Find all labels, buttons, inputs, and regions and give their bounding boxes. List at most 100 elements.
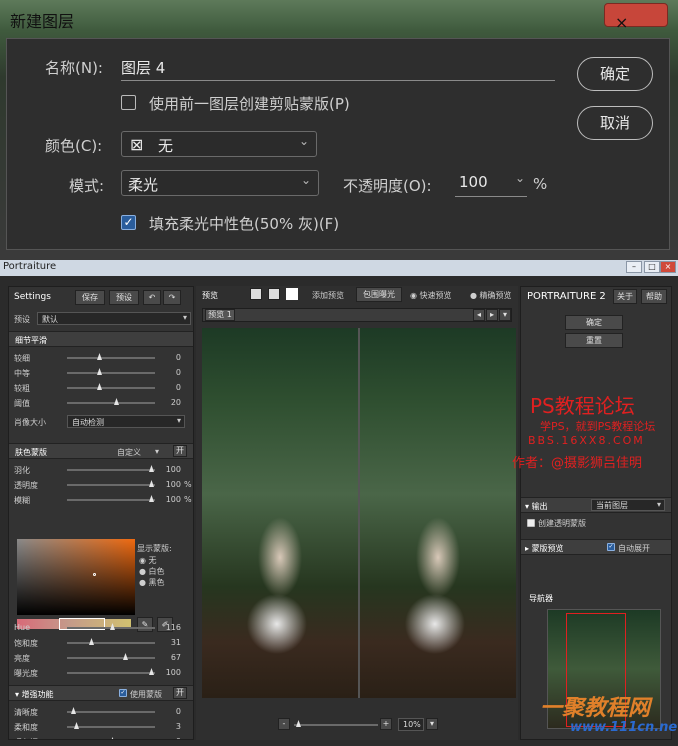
eyedropper-button[interactable]: ✎ bbox=[137, 617, 153, 632]
zoom-in-button[interactable]: + bbox=[380, 718, 392, 730]
brand-title: PORTRAITURE 2 bbox=[527, 291, 606, 302]
slider-label: 阈值 bbox=[14, 399, 30, 408]
redo-button[interactable]: ↷ bbox=[163, 290, 181, 305]
slider-value: 116 bbox=[165, 623, 181, 632]
slider-unit: % bbox=[184, 495, 192, 504]
use-mask-checkbox[interactable]: ✓ bbox=[119, 689, 127, 697]
slider-track[interactable] bbox=[67, 726, 155, 728]
reset-button[interactable]: 重置 bbox=[565, 333, 623, 348]
preview-image-before[interactable] bbox=[202, 328, 358, 698]
skin-toggle[interactable]: 开 bbox=[173, 445, 187, 457]
tab-prev-button[interactable]: ◂ bbox=[473, 309, 485, 321]
skin-section-header[interactable]: 肤色蒙版 自定义 ▾ 开 bbox=[9, 443, 193, 459]
skin-section-title: 肤色蒙版 bbox=[15, 448, 47, 457]
opacity-unit: % bbox=[533, 175, 548, 193]
split-vertical-button[interactable] bbox=[286, 288, 298, 300]
slider-track[interactable] bbox=[67, 672, 155, 674]
skin-custom-select[interactable]: 自定义 bbox=[117, 447, 141, 458]
minimize-button[interactable]: – bbox=[626, 261, 642, 273]
detail-section-header[interactable]: 细节平滑 bbox=[9, 331, 193, 347]
zoom-out-button[interactable]: - bbox=[278, 718, 290, 730]
auto-expand-checkbox[interactable]: ✓ bbox=[607, 543, 615, 551]
slider-track[interactable] bbox=[67, 642, 155, 644]
portraiture-titlebar: Portraiture – □ × bbox=[0, 260, 678, 276]
zoom-menu-button[interactable]: ▾ bbox=[426, 718, 438, 730]
preview-image-after[interactable] bbox=[360, 328, 516, 698]
slider-track[interactable] bbox=[67, 372, 155, 374]
mode-select[interactable]: 柔光 ⌄ bbox=[121, 170, 319, 196]
mask-option-radio[interactable]: ◉ 无 bbox=[139, 555, 157, 566]
create-transparent-checkbox[interactable] bbox=[527, 519, 535, 527]
mode-value: 柔光 bbox=[128, 176, 159, 194]
fill-neutral-label: 填充柔光中性色(50% 灰)(F) bbox=[149, 215, 340, 233]
check-icon: ✓ bbox=[123, 215, 134, 229]
color-select[interactable]: ⊠ 无 ⌄ bbox=[121, 131, 317, 157]
tab-menu-button[interactable]: ▾ bbox=[499, 309, 511, 321]
ok-button-portraiture[interactable]: 确定 bbox=[565, 315, 623, 330]
slider-track[interactable] bbox=[67, 657, 155, 659]
slider-track[interactable] bbox=[67, 357, 155, 359]
preset-label: 预设 bbox=[14, 315, 30, 324]
color-picker[interactable] bbox=[17, 539, 135, 615]
slider-track[interactable] bbox=[67, 484, 155, 486]
slider-knob[interactable] bbox=[110, 737, 115, 739]
slider-value: 0 bbox=[175, 368, 181, 377]
exposure-bracket-button[interactable]: 包围曝光 bbox=[356, 287, 402, 302]
maximize-button[interactable]: □ bbox=[644, 261, 660, 273]
slider-label: 清晰度 bbox=[14, 708, 38, 717]
fill-neutral-checkbox[interactable]: ✓ bbox=[121, 215, 136, 230]
slider-value: 100 bbox=[165, 495, 181, 504]
clip-mask-checkbox[interactable] bbox=[121, 95, 136, 110]
add-preview-button[interactable]: 添加预览 bbox=[312, 290, 344, 301]
slider-track[interactable] bbox=[67, 402, 155, 404]
cancel-button[interactable]: 取消 bbox=[577, 106, 653, 140]
preset-select[interactable]: 默认 ▾ bbox=[37, 312, 191, 325]
mask-option-radio[interactable]: ● 白色 bbox=[139, 566, 165, 577]
close-button[interactable]: × bbox=[604, 3, 668, 32]
name-label: 名称(N): bbox=[45, 59, 103, 77]
mask-option-radio[interactable]: ● 黑色 bbox=[139, 577, 165, 588]
split-horizontal-button[interactable] bbox=[268, 288, 280, 300]
save-button[interactable]: 保存 bbox=[75, 290, 105, 305]
zoom-select[interactable]: 10% bbox=[398, 718, 424, 731]
slider-track[interactable] bbox=[67, 499, 155, 501]
undo-button[interactable]: ↶ bbox=[143, 290, 161, 305]
slider-unit: % bbox=[184, 480, 192, 489]
enhance-section-header[interactable]: ▾ 增强功能 ✓ 使用蒙版 开 bbox=[9, 685, 193, 701]
slider-label: 模糊 bbox=[14, 496, 30, 505]
opacity-value: 100 bbox=[459, 173, 488, 191]
ok-button[interactable]: 确定 bbox=[577, 57, 653, 91]
preset-button[interactable]: 预设 bbox=[109, 290, 139, 305]
output-section-title: ▾ 输出 bbox=[525, 502, 548, 511]
slider-track[interactable] bbox=[67, 387, 155, 389]
window-close-button[interactable]: × bbox=[660, 261, 676, 273]
color-picker-marker[interactable] bbox=[93, 573, 96, 576]
accurate-preview-radio[interactable]: ● 精确预览 bbox=[470, 290, 512, 301]
output-select[interactable]: 当前图层 ▾ bbox=[591, 499, 665, 511]
mask-preview-title: ▸ 蒙版预览 bbox=[525, 544, 564, 553]
zoom-value: 10% bbox=[403, 720, 421, 729]
name-input[interactable]: 图层 4 bbox=[121, 57, 555, 81]
mask-preview-text: 蒙版预览 bbox=[531, 544, 564, 553]
chevron-down-icon: ⌄ bbox=[514, 171, 525, 185]
slider-track[interactable] bbox=[67, 469, 155, 471]
fast-preview-radio[interactable]: ◉ 快速预览 bbox=[410, 290, 452, 301]
chevron-down-icon: ▾ bbox=[656, 500, 661, 509]
portrait-size-select[interactable]: 自动检测 ▾ bbox=[67, 415, 185, 428]
portrait-size-label: 肖像大小 bbox=[14, 418, 46, 427]
watermark-url: BBS.16XX8.COM bbox=[528, 434, 645, 447]
single-view-button[interactable] bbox=[250, 288, 262, 300]
tab-preview-1[interactable]: 预览 1 bbox=[205, 309, 235, 321]
slider-label: 透明度 bbox=[14, 481, 38, 490]
about-button[interactable]: 关于 bbox=[613, 289, 637, 304]
output-section-header[interactable]: ▾ 输出 当前图层 ▾ bbox=[521, 497, 671, 513]
clip-mask-label: 使用前一图层创建剪贴蒙版(P) bbox=[149, 95, 350, 113]
slider-track[interactable] bbox=[67, 711, 155, 713]
tab-next-button[interactable]: ▸ bbox=[486, 309, 498, 321]
help-button[interactable]: 帮助 bbox=[641, 289, 667, 304]
enhance-toggle[interactable]: 开 bbox=[173, 687, 187, 699]
accurate-preview-label: 精确预览 bbox=[479, 291, 512, 300]
zoom-slider[interactable] bbox=[294, 724, 378, 726]
mask-preview-header[interactable]: ▸ 蒙版预览 ✓ 自动展开 bbox=[521, 539, 671, 555]
opacity-input[interactable]: 100 ⌄ bbox=[455, 171, 527, 197]
